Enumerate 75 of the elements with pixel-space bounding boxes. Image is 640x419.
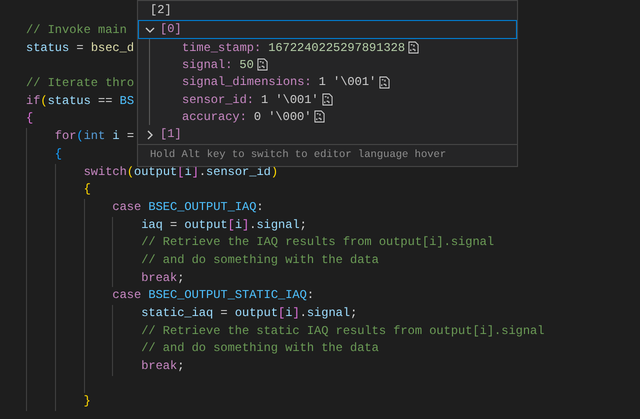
code-token: // and do something with the data bbox=[141, 252, 379, 269]
code-token: ] bbox=[292, 305, 300, 322]
code-token: } bbox=[84, 393, 91, 410]
code-token: for bbox=[54, 128, 76, 146]
field-value: 1 '\001' bbox=[318, 75, 376, 90]
code-token: status bbox=[48, 92, 91, 110]
code-token: // and do something with the data bbox=[141, 340, 379, 358]
code-token: case bbox=[112, 287, 142, 304]
field-name: sensor_id: bbox=[182, 92, 254, 107]
code-token: [ bbox=[278, 305, 286, 322]
field-value: 0 '\000' bbox=[254, 110, 312, 124]
code-token: BSEC_OUTPUT_IAQ bbox=[147, 198, 256, 216]
code-token: BSEC_OUTPUT_STATIC_IAQ bbox=[147, 287, 307, 304]
code-token: break bbox=[141, 270, 178, 287]
code-token: { bbox=[26, 110, 34, 128]
code-token: = bbox=[168, 216, 178, 234]
code-token: = bbox=[219, 305, 229, 322]
code-token: bsec_d bbox=[90, 40, 134, 57]
code-token: sensor_id bbox=[206, 164, 271, 180]
code-token: ; bbox=[177, 358, 184, 376]
code-token: status bbox=[26, 40, 70, 57]
field-value: 1 '\001' bbox=[261, 92, 319, 107]
code-token: break bbox=[141, 358, 178, 376]
code-token: = bbox=[75, 40, 85, 57]
code-token: iaq bbox=[141, 216, 163, 234]
code-token: // Iterate thro bbox=[26, 75, 134, 92]
code-token: output bbox=[234, 305, 278, 322]
binary-data-icon[interactable] bbox=[379, 76, 390, 89]
tree-item[interactable]: [1] bbox=[138, 125, 517, 144]
code-token: ( bbox=[76, 128, 84, 146]
code-token: : bbox=[256, 198, 264, 216]
array-length: [2] bbox=[150, 3, 172, 17]
binary-data-icon[interactable] bbox=[314, 110, 326, 124]
code-token: signal bbox=[256, 216, 300, 234]
code-token: : bbox=[306, 287, 314, 304]
code-token: i bbox=[111, 128, 120, 146]
code-token: ( bbox=[40, 92, 48, 110]
field-value: 1672240225297891328 bbox=[268, 40, 406, 55]
code-token: signal bbox=[306, 305, 350, 322]
binary-data-icon[interactable] bbox=[408, 41, 420, 54]
code-token: // Retrieve the static IAQ results from output[i].signal bbox=[141, 322, 544, 340]
code-token: { bbox=[54, 146, 62, 163]
field-name: signal: bbox=[182, 58, 232, 72]
code-token: ( bbox=[126, 164, 134, 180]
field-name: time_stamp: bbox=[182, 40, 262, 55]
binary-data-icon[interactable] bbox=[322, 93, 333, 106]
code-token: switch bbox=[84, 164, 127, 180]
code-token: . bbox=[198, 164, 206, 180]
code-token: BS bbox=[120, 92, 134, 110]
code-token: == bbox=[97, 92, 114, 110]
code-token: ] bbox=[242, 216, 250, 234]
code-token: . bbox=[249, 216, 256, 234]
field-value: 50 bbox=[239, 58, 254, 72]
code-token: ; bbox=[300, 216, 307, 234]
code-token: i bbox=[285, 305, 292, 322]
code-token: ; bbox=[177, 270, 184, 287]
code-token: // Invoke main bbox=[26, 22, 127, 39]
field-name: accuracy: bbox=[182, 110, 247, 124]
binary-data-icon[interactable] bbox=[256, 58, 268, 72]
hover-hint: Hold Alt key to switch to editor language hover bbox=[150, 149, 446, 161]
code-token: output bbox=[184, 216, 228, 234]
code-token: i bbox=[234, 216, 242, 234]
code-token: = bbox=[126, 128, 134, 146]
code-token: // Retrieve the IAQ results from output[i].signal bbox=[141, 234, 494, 252]
code-token: [ bbox=[228, 216, 235, 234]
code-token: int bbox=[84, 128, 106, 146]
code-token: { bbox=[84, 181, 91, 198]
tree-item[interactable]: [0] bbox=[138, 20, 517, 39]
code-token: if bbox=[26, 92, 40, 110]
code-token: ; bbox=[350, 305, 358, 322]
code-token: case bbox=[112, 198, 142, 216]
code-token: . bbox=[300, 305, 307, 322]
code-token: static_iaq bbox=[141, 305, 214, 322]
field-name: signal_dimensions: bbox=[182, 75, 312, 90]
code-token: output bbox=[134, 164, 178, 180]
